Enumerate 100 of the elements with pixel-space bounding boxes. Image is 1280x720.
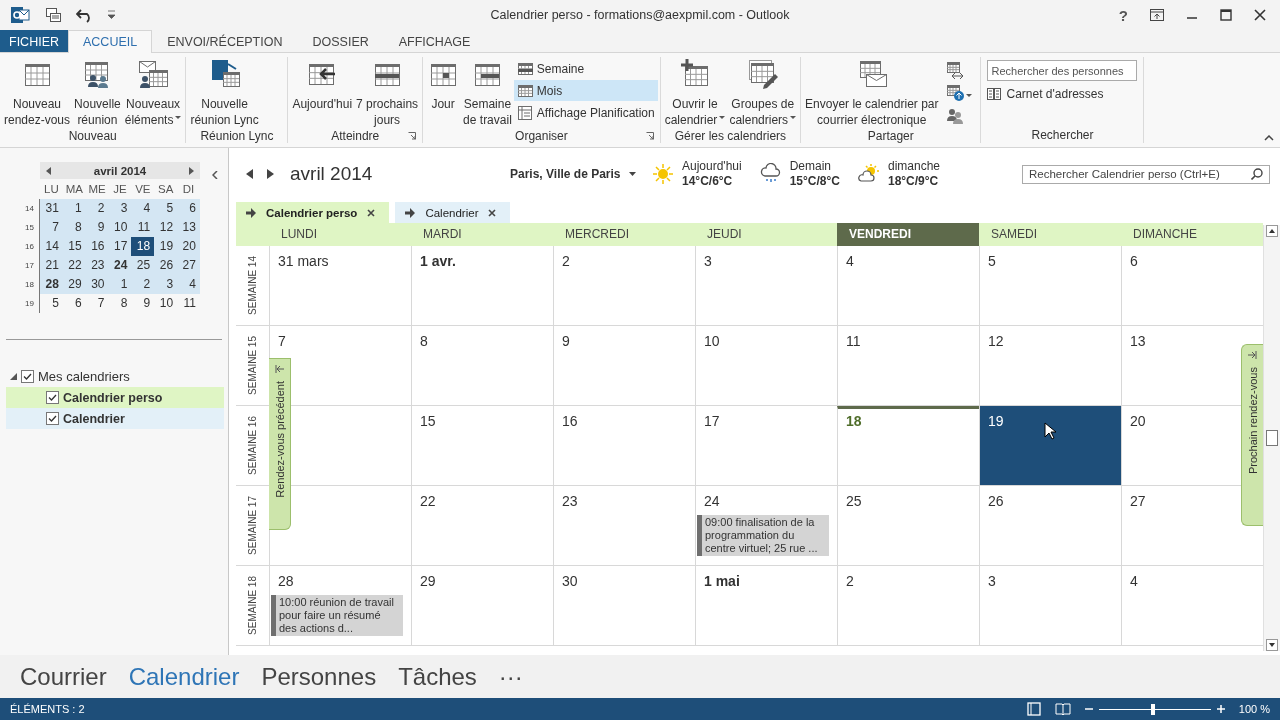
ribbon-tab[interactable]: ACCUEIL <box>68 30 153 53</box>
people-search-field[interactable]: Rechercher des personnes <box>987 60 1138 81</box>
date-cell[interactable]: 3 <box>108 199 132 218</box>
date-cell[interactable]: 2 <box>85 199 109 218</box>
previous-icon[interactable] <box>246 169 253 179</box>
next-appointment-tab[interactable]: Prochain rendez-vous <box>1241 344 1263 526</box>
date-cell[interactable]: 22 <box>62 256 86 275</box>
ribbon-display-icon[interactable] <box>1150 9 1164 21</box>
day-cell[interactable]: 19 <box>979 406 1121 485</box>
close-icon[interactable] <box>367 208 376 217</box>
appointment[interactable]: 09:00 finalisation de la programmation du centre virtuel; 25 rue ... <box>697 515 829 556</box>
date-cell[interactable]: 21 <box>40 256 63 275</box>
scroll-down-icon[interactable] <box>1266 639 1278 651</box>
collapse-ribbon-icon[interactable] <box>1264 135 1274 141</box>
date-cell[interactable]: 4 <box>131 199 155 218</box>
checkbox[interactable] <box>46 412 59 425</box>
nav-item[interactable]: Personnes <box>261 662 377 691</box>
calendar-upload-icon[interactable] <box>946 84 973 102</box>
zoom-in-icon[interactable] <box>1216 705 1225 713</box>
ribbon-button[interactable]: Nouveau rendez-vous <box>2 57 73 129</box>
date-cell[interactable]: 16 <box>85 237 109 256</box>
date-cell[interactable]: 20 <box>177 237 200 256</box>
date-cell[interactable]: 5 <box>40 294 63 313</box>
date-cell[interactable]: 1 <box>108 275 132 294</box>
date-cell[interactable]: 9 <box>85 218 109 237</box>
calendar-tab[interactable]: Calendrier <box>395 202 511 223</box>
send-receive-icon[interactable] <box>44 6 62 24</box>
ribbon-tab[interactable]: AFFICHAGE <box>383 30 486 53</box>
date-cell[interactable]: 31 <box>40 199 63 218</box>
search-icon[interactable] <box>1251 168 1263 180</box>
ribbon-button[interactable]: Nouveaux éléments <box>122 57 184 129</box>
file-tab[interactable]: FICHIER <box>0 30 68 52</box>
nav-item[interactable]: ··· <box>498 662 523 691</box>
collapse-pane-icon[interactable] <box>212 171 218 179</box>
date-cell[interactable]: 3 <box>154 275 178 294</box>
date-cell[interactable]: 8 <box>62 218 86 237</box>
date-cell[interactable]: 25 <box>131 256 155 275</box>
date-cell[interactable]: 13 <box>177 218 200 237</box>
ribbon-button[interactable]: Nouvelle réunion Lync <box>188 57 261 129</box>
calendar-item[interactable]: Calendrier perso <box>6 387 224 408</box>
date-cell[interactable]: 11 <box>131 218 155 237</box>
scroll-up-icon[interactable] <box>1266 225 1278 237</box>
previous-month-icon[interactable] <box>46 166 52 175</box>
app-icon[interactable] <box>10 5 30 25</box>
checkbox[interactable] <box>21 370 34 383</box>
ribbon-button[interactable]: Mois <box>513 80 658 101</box>
location-dropdown[interactable]: Paris, Ville de Paris <box>510 167 652 181</box>
date-cell[interactable]: 28 <box>40 275 63 294</box>
ribbon-button[interactable]: Envoyer le calendrier par courrier électronique <box>803 57 941 129</box>
date-cell[interactable]: 26 <box>154 256 178 275</box>
close-icon[interactable] <box>488 208 497 217</box>
ribbon-button[interactable]: Semaine de travail <box>461 57 514 129</box>
ribbon-button[interactable]: Aujourd'hui <box>290 57 355 113</box>
date-cell[interactable]: 5 <box>154 199 178 218</box>
people-icon[interactable] <box>946 107 965 125</box>
maximize-icon[interactable] <box>1220 9 1232 21</box>
help-button[interactable]: ? <box>1118 6 1128 24</box>
date-cell[interactable]: 23 <box>85 256 109 275</box>
date-cell[interactable]: 11 <box>177 294 200 313</box>
date-cell[interactable]: 14 <box>40 237 63 256</box>
ribbon-button[interactable]: Nouvelle réunion <box>72 57 123 129</box>
zoom-out-icon[interactable] <box>1084 705 1093 713</box>
ribbon-button[interactable]: Ouvrir le calendrier <box>662 57 728 129</box>
date-cell[interactable]: 19 <box>154 237 178 256</box>
nav-item[interactable]: Calendrier <box>128 662 240 691</box>
date-cell[interactable]: 7 <box>40 218 63 237</box>
previous-appointment-tab[interactable]: Rendez-vous précédent <box>269 358 291 530</box>
scroll-thumb[interactable] <box>1266 430 1278 446</box>
ribbon-tab[interactable]: DOSSIER <box>297 30 384 53</box>
date-cell[interactable]: 15 <box>62 237 86 256</box>
slider-thumb[interactable] <box>1150 703 1155 715</box>
date-cell[interactable]: 8 <box>108 294 132 313</box>
calendar-tab[interactable]: Calendrier perso <box>236 202 390 223</box>
checkbox[interactable] <box>46 391 59 404</box>
date-cell[interactable]: 30 <box>85 275 109 294</box>
calendar-share-icon[interactable] <box>946 61 965 79</box>
ribbon-button[interactable]: Semaine <box>513 58 658 79</box>
dialog-launcher-icon[interactable] <box>645 132 654 140</box>
date-cell[interactable]: 6 <box>62 294 86 313</box>
date-cell[interactable]: 7 <box>85 294 109 313</box>
nav-item[interactable]: Courrier <box>20 662 107 691</box>
date-cell[interactable]: 17 <box>108 237 132 256</box>
nav-item[interactable]: Tâches <box>398 662 477 691</box>
date-cell[interactable]: 24 <box>108 256 132 275</box>
ribbon-button[interactable]: Groupes de calendriers <box>727 57 799 129</box>
date-cell[interactable]: 2 <box>131 275 155 294</box>
reading-view-icon[interactable] <box>1054 702 1071 716</box>
dialog-launcher-icon[interactable] <box>408 132 417 140</box>
date-cell[interactable]: 27 <box>177 256 200 275</box>
normal-view-icon[interactable] <box>1026 702 1041 716</box>
expanded-icon[interactable] <box>10 373 17 380</box>
date-cell[interactable]: 4 <box>177 275 200 294</box>
next-icon[interactable] <box>267 169 274 179</box>
ribbon-tab[interactable]: ENVOI/RÉCEPTION <box>152 30 298 53</box>
ribbon-button[interactable]: 7 prochains jours <box>354 57 421 129</box>
date-cell[interactable]: 9 <box>131 294 155 313</box>
ribbon-button[interactable]: Jour <box>425 57 462 113</box>
date-cell[interactable]: 29 <box>62 275 86 294</box>
calendar-item[interactable]: Calendrier <box>6 408 224 429</box>
date-cell[interactable]: 18 <box>131 237 155 256</box>
